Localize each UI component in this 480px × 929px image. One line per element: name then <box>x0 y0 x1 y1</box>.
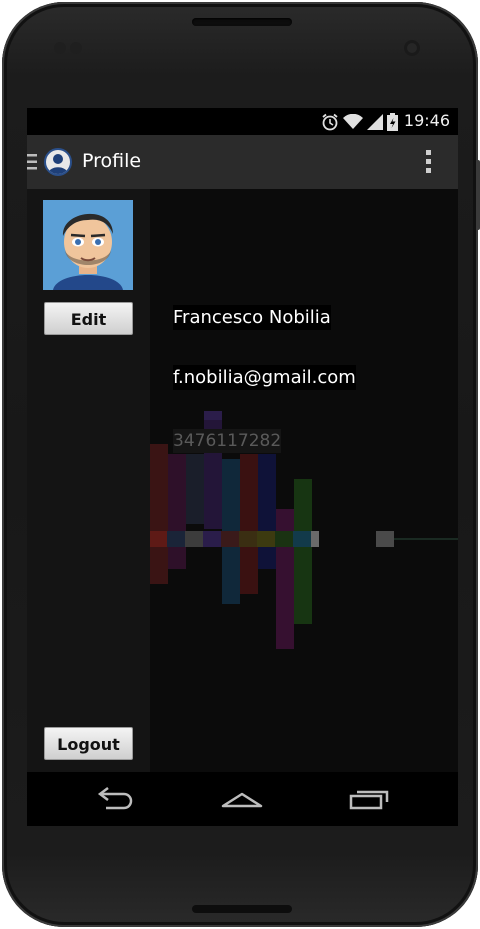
navigation-bar <box>27 772 458 826</box>
profile-avatar[interactable] <box>43 200 133 290</box>
drawer-icon[interactable] <box>27 154 39 170</box>
status-time: 19:46 <box>403 111 450 130</box>
side-panel: Edit Logout <box>27 189 150 772</box>
logout-button[interactable]: Logout <box>44 727 133 760</box>
bottom-speaker <box>192 905 292 913</box>
action-bar: Profile <box>27 135 458 189</box>
app-icon[interactable] <box>44 148 72 176</box>
user-icon <box>48 154 68 174</box>
home-icon[interactable] <box>217 784 267 814</box>
proximity-sensor <box>54 42 66 54</box>
profile-content: Edit Logout Francesco Nobilia f.nobilia@… <box>27 189 458 772</box>
earpiece-speaker <box>192 18 292 26</box>
signal-icon <box>367 114 383 130</box>
recents-icon[interactable] <box>345 784 395 814</box>
profile-email: f.nobilia@gmail.com <box>173 365 356 390</box>
status-bar: 19:46 <box>27 108 458 135</box>
power-button[interactable] <box>476 160 480 230</box>
light-sensor <box>70 42 82 54</box>
alarm-icon <box>322 113 338 131</box>
back-icon[interactable] <box>92 784 142 814</box>
battery-icon <box>387 113 398 131</box>
overflow-menu-icon[interactable] <box>426 150 432 174</box>
edit-button[interactable]: Edit <box>44 302 133 335</box>
cartoon-face-icon <box>43 200 133 290</box>
front-camera <box>404 40 420 56</box>
profile-name: Francesco Nobilia <box>173 305 331 330</box>
status-icons <box>321 112 398 132</box>
wifi-icon <box>343 114 363 129</box>
profile-phone: 3476117282 <box>173 429 282 453</box>
page-title: Profile <box>82 150 142 172</box>
screen: 19:46 Profile Edit Logout Francesco Nobi… <box>27 108 458 826</box>
